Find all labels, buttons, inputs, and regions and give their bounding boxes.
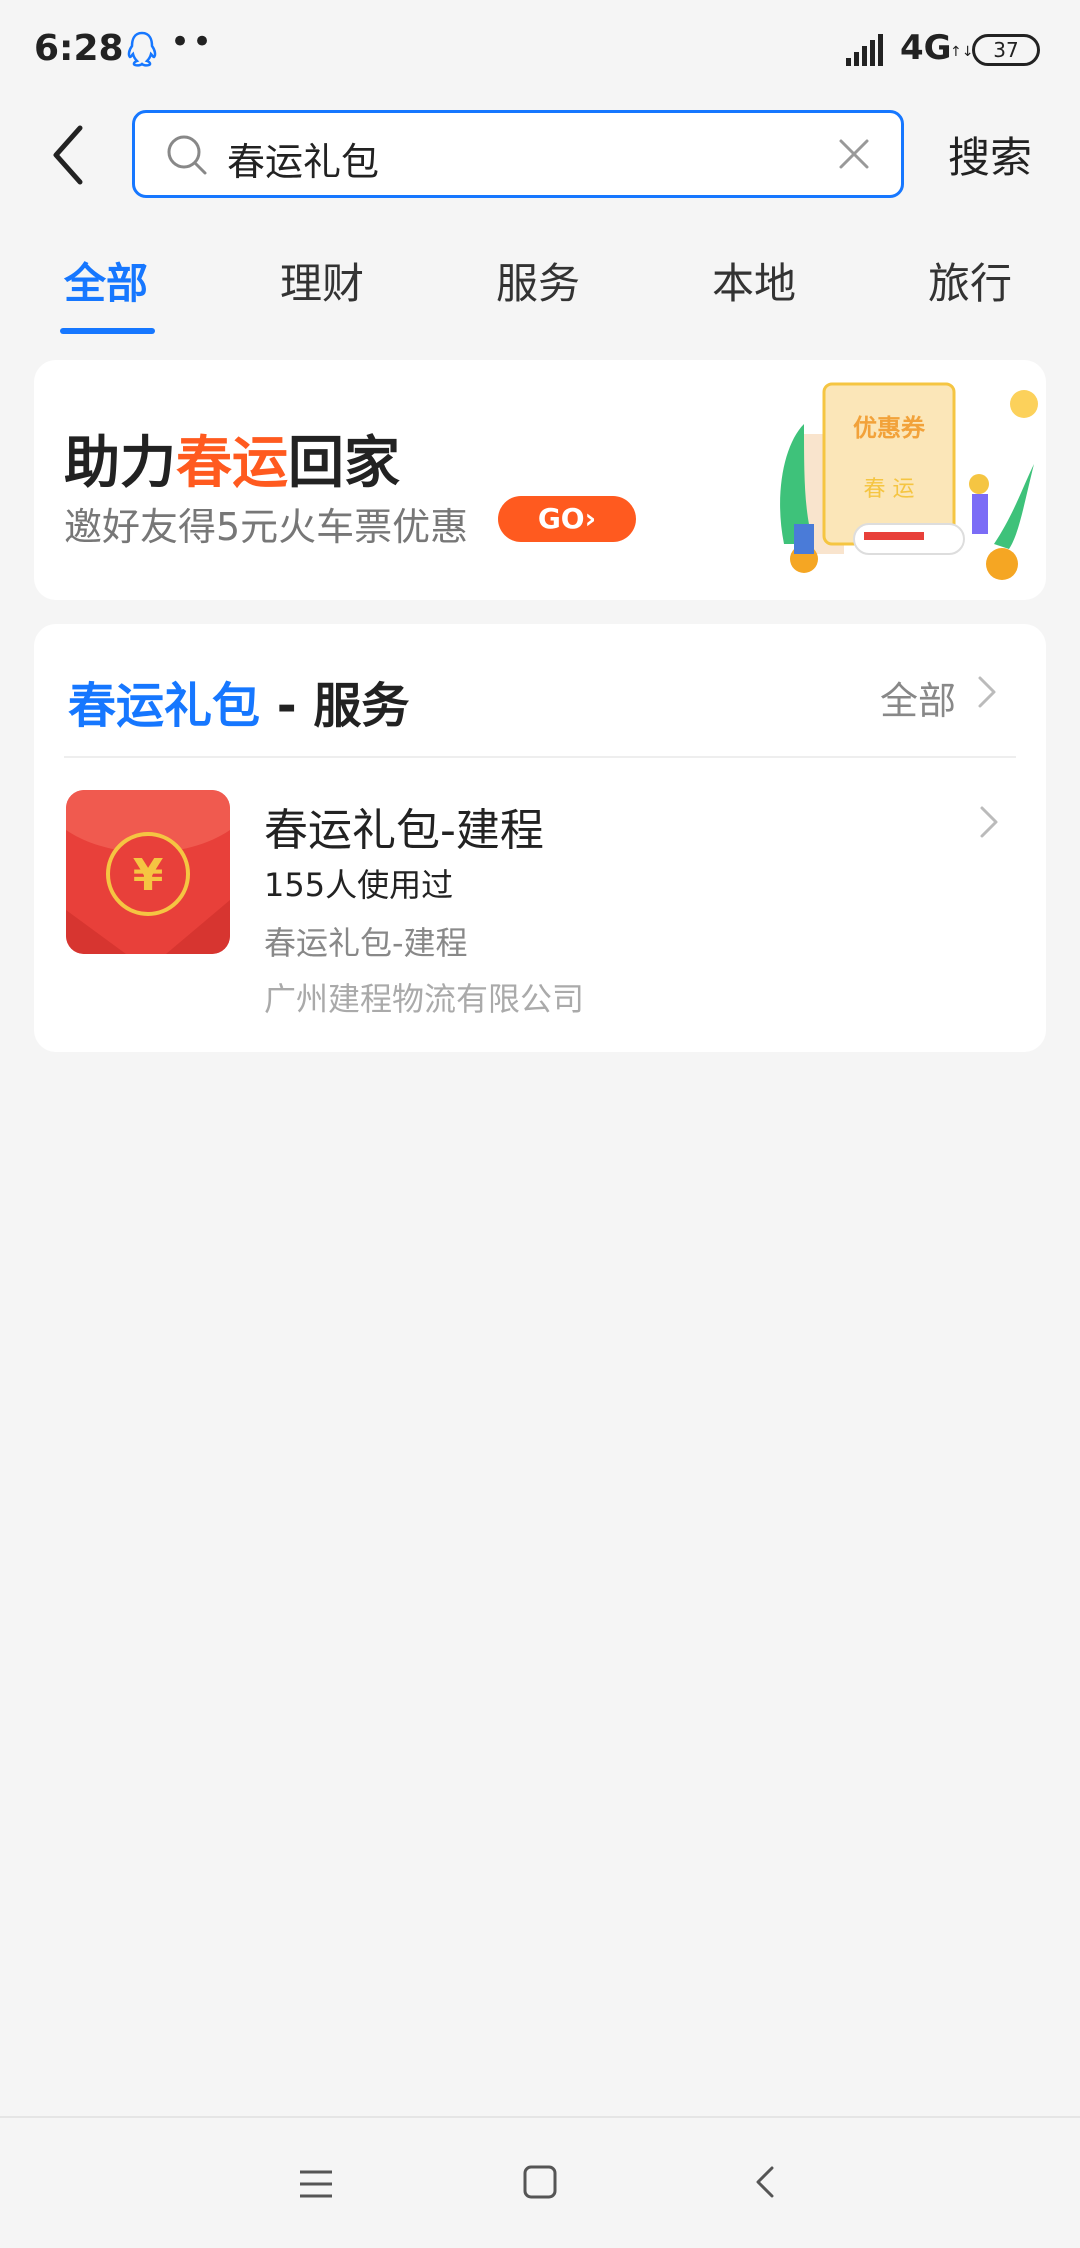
coupon-label: 优惠券 [853,414,926,442]
search-input[interactable]: 春运礼包 [132,110,904,198]
banner-title-suffix: 回家 [288,431,400,496]
svg-text:¥: ¥ [133,850,164,901]
tab-services[interactable]: 服务 [496,250,580,311]
coupon-sub: 春 运 [864,477,915,502]
chevron-right-icon[interactable] [976,802,1002,842]
search-query[interactable]: 春运礼包 [227,131,379,186]
status-dots: •• [170,22,215,62]
qq-notification-icon [127,31,157,67]
section-keyword: 春运礼包 [68,678,261,734]
banner-title-prefix: 助力 [64,431,176,496]
banner-title-accent: 春运 [176,431,288,496]
tab-travel[interactable]: 旅行 [928,250,1012,311]
go-label: GO [537,502,585,535]
back-arrow-icon[interactable] [44,120,94,190]
tab-finance[interactable]: 理财 [280,250,364,311]
active-tab-indicator [60,328,155,334]
result-company: 广州建程物流有限公司 [264,980,585,1018]
go-button[interactable]: GO› [498,496,636,542]
data-activity-icon: ↑↓ [950,44,974,60]
system-nav-bar [0,2116,1080,2248]
back-icon[interactable] [752,2162,778,2202]
result-description: 春运礼包-建程 [264,924,468,962]
see-all-link[interactable]: 全部 [880,670,956,725]
search-icon [167,135,207,175]
result-usage-count: 155人使用过 [264,866,454,904]
battery-icon: 37 [972,34,1040,66]
signal-icon [846,34,883,66]
chevron-right-icon[interactable] [974,672,1000,712]
tab-local[interactable]: 本地 [712,250,796,311]
status-bar: 6:28 •• 4G ↑↓ 37 [0,0,1080,100]
home-icon[interactable] [522,2164,558,2200]
battery-level: 37 [993,38,1019,62]
tab-all[interactable]: 全部 [64,250,148,311]
chevron-right-icon: › [584,502,597,535]
status-time: 6:28 [34,28,124,69]
banner-subtitle: 邀好友得5元火车票优惠 [64,505,469,549]
section-category: - 服务 [260,678,410,734]
section-title: 春运礼包 - 服务 [68,666,409,736]
search-button[interactable]: 搜索 [948,124,1032,185]
result-name[interactable]: 春运礼包-建程 [264,794,544,858]
network-type: 4G [900,28,952,68]
divider [64,756,1016,758]
clear-icon[interactable] [835,135,873,173]
menu-icon[interactable] [298,2168,334,2200]
coupon-illustration: 优惠券 春 运 [780,382,1038,580]
promo-banner[interactable]: 助力春运回家 邀好友得5元火车票优惠 GO› 优惠券 春 运 [34,360,1046,600]
banner-title: 助力春运回家 [64,418,400,499]
results-card: 春运礼包 - 服务 全部 ¥ 春运礼包-建程 155人使用过 春运礼包-建程 广… [34,624,1046,1052]
red-envelope-yuan-icon: ¥ [66,790,230,954]
